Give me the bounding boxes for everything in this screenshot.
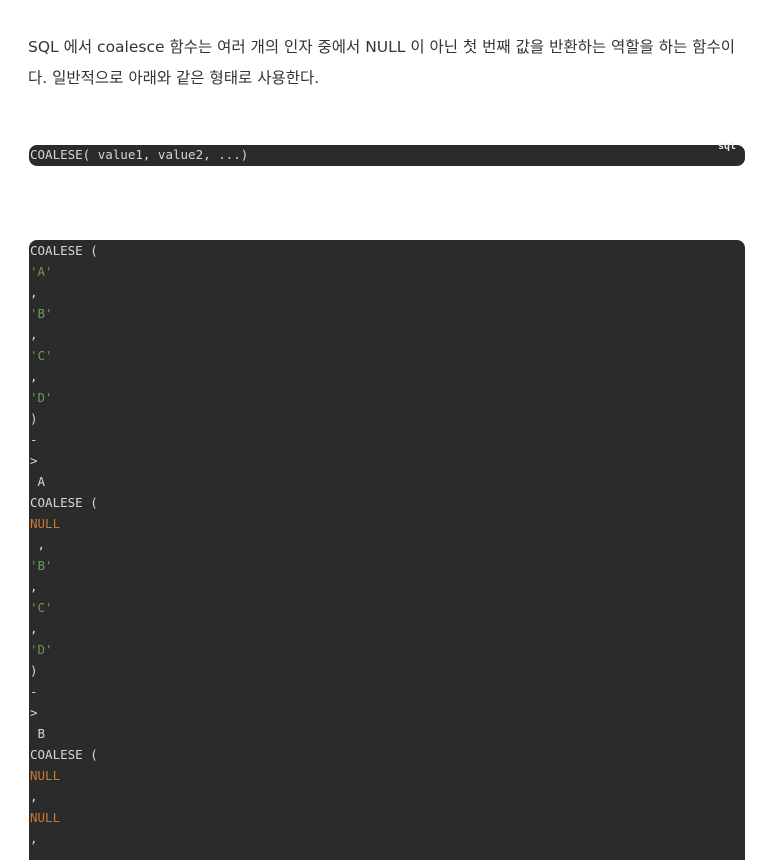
code-token: ,	[30, 327, 38, 342]
code-token: 'C'	[30, 348, 53, 363]
code-token: NULL	[30, 768, 61, 783]
code-token: NULL	[30, 810, 61, 825]
code-token: COALESE (	[30, 495, 98, 510]
code-language-label: sql	[717, 141, 736, 152]
code-token: 'D'	[30, 390, 53, 405]
code-token: 'A'	[30, 264, 53, 279]
code-token: 'C'	[30, 600, 53, 615]
code-token: -	[30, 684, 38, 699]
code-token: >	[30, 453, 38, 468]
code-token: NULL	[30, 516, 61, 531]
code-token: 'B'	[30, 558, 53, 573]
code-token: COALESE (	[30, 243, 98, 258]
code-token: )	[30, 663, 38, 678]
code-token: ,	[30, 369, 38, 384]
code-token: )	[30, 411, 38, 426]
code-token: ,	[30, 285, 38, 300]
code-token: B	[30, 726, 46, 741]
code-token: A	[30, 474, 46, 489]
code-token: ,	[30, 831, 38, 846]
code-token: ,	[30, 537, 46, 552]
code-token: ,	[30, 789, 38, 804]
code-token: 'B'	[30, 306, 53, 321]
code-token: ,	[30, 621, 38, 636]
code-line: COALESE( value1, value2, ...)	[30, 147, 249, 162]
code-token: 'D'	[30, 642, 53, 657]
code-block-signature: COALESE( value1, value2, ...) sql	[29, 141, 745, 166]
code-token: ,	[30, 579, 38, 594]
code-token: COALESE (	[30, 747, 98, 762]
code-token: >	[30, 705, 38, 720]
code-token: -	[30, 432, 38, 447]
article-paragraph: SQL 에서 coalesce 함수는 여러 개의 인자 중에서 NULL 이 …	[28, 38, 735, 87]
code-block-examples: COALESE ( 'A', 'B', 'C', 'D') - > A COALESE ( NU…	[29, 240, 745, 860]
